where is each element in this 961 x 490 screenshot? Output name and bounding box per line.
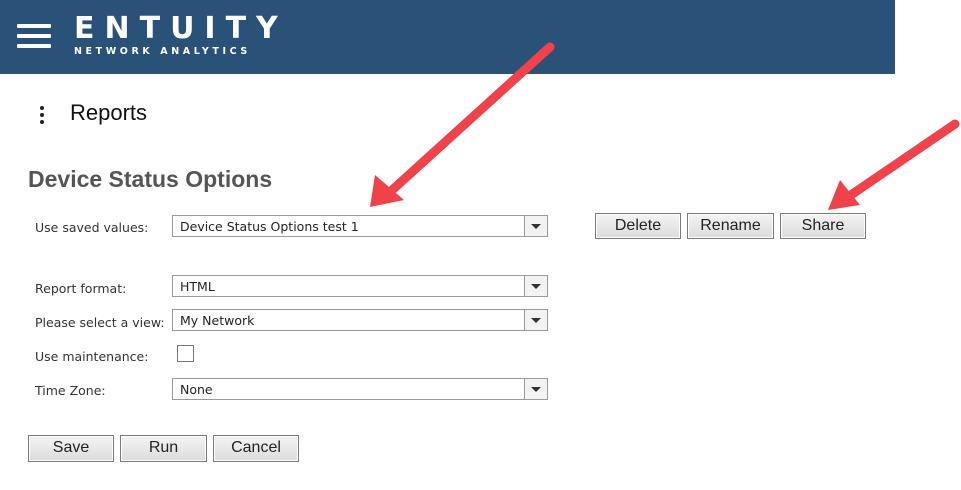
saved-values-value: Device Status Options test 1	[180, 219, 359, 234]
page-title: Reports	[70, 100, 148, 125]
arrowhead-left-icon	[370, 175, 404, 207]
cancel-button[interactable]: Cancel	[213, 435, 299, 462]
view-value: My Network	[180, 313, 255, 328]
report-format-label: Report format:	[35, 281, 127, 296]
chevron-down-icon[interactable]	[524, 276, 547, 296]
report-format-select[interactable]: HTML	[172, 275, 548, 297]
chevron-down-icon[interactable]	[524, 310, 547, 330]
time-zone-value: None	[180, 382, 213, 397]
chevron-down-icon[interactable]	[524, 216, 547, 236]
saved-values-select[interactable]: Device Status Options test 1	[172, 215, 548, 237]
hamburger-menu-icon[interactable]	[17, 24, 51, 48]
time-zone-select[interactable]: None	[172, 378, 548, 400]
arrowhead-right-icon	[828, 180, 860, 210]
logo-wordmark: ENTUITY	[74, 11, 288, 46]
more-options-icon[interactable]	[37, 104, 47, 126]
chevron-down-icon[interactable]	[524, 379, 547, 399]
report-format-value: HTML	[180, 279, 215, 294]
run-button[interactable]: Run	[120, 435, 207, 462]
entuity-logo[interactable]: ENTUITY NETWORK ANALYTICS	[74, 14, 288, 58]
view-select[interactable]: My Network	[172, 309, 548, 331]
time-zone-label: Time Zone:	[35, 383, 106, 398]
save-button[interactable]: Save	[28, 435, 114, 462]
logo-tagline: NETWORK ANALYTICS	[74, 46, 251, 57]
form-title: Device Status Options	[28, 166, 273, 192]
maintenance-checkbox[interactable]	[177, 345, 194, 362]
rename-button[interactable]: Rename	[687, 213, 774, 239]
arrow-to-share-icon	[843, 119, 960, 202]
maintenance-label: Use maintenance:	[35, 349, 149, 364]
saved-values-label: Use saved values:	[35, 220, 149, 235]
view-label: Please select a view:	[35, 315, 165, 330]
share-button[interactable]: Share	[780, 213, 866, 239]
top-header-bar: ENTUITY NETWORK ANALYTICS	[0, 0, 895, 74]
delete-button[interactable]: Delete	[595, 213, 681, 239]
